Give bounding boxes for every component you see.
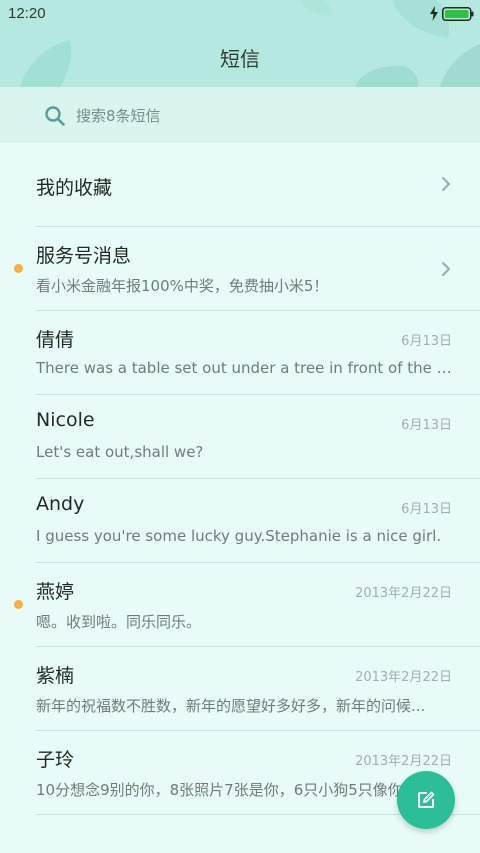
message-snippet: There was a table set out under a tree i…: [36, 359, 452, 377]
message-date: 2013年2月22日: [355, 586, 452, 601]
message-date: 2013年2月22日: [355, 754, 452, 769]
list-item[interactable]: 紫楠 2013年2月22日 新年的祝福数不胜数，新年的愿望好多好多，新年的问候.…: [0, 647, 480, 731]
favorites-label: 我的收藏: [36, 177, 113, 199]
message-snippet: 看小米金融年报100%中奖，免费抽小米5！: [36, 277, 329, 295]
message-snippet: Let's eat out,shall we?: [36, 443, 204, 461]
message-snippet: 新年的祝福数不胜数，新年的愿望好多好多，新年的问候...: [36, 697, 426, 715]
message-snippet: 10分想念9别的你，8张照片7张是你，6只小狗5只像你: [36, 781, 403, 799]
charging-bolt-icon: [430, 6, 438, 21]
compose-button[interactable]: [397, 771, 455, 829]
favorites-row[interactable]: 我的收藏: [0, 143, 480, 227]
conversation-name: 服务号消息: [36, 245, 132, 267]
message-date: 6月13日: [401, 418, 452, 433]
message-snippet: I guess you're some lucky guy.Stephanie …: [36, 527, 442, 545]
list-item[interactable]: 服务号消息 看小米金融年报100%中奖，免费抽小米5！: [0, 227, 480, 311]
conversation-name: 倩倩: [36, 329, 75, 351]
conversation-list: 我的收藏 服务号消息 看小米金融年报100%中奖，免费抽小米5！ 倩倩 6月13…: [0, 143, 480, 815]
search-input[interactable]: 搜索8条短信: [76, 105, 161, 126]
status-bar: 12:20: [0, 0, 480, 28]
battery-icon: [442, 7, 474, 21]
header: 12:20 短信: [0, 0, 480, 87]
list-item[interactable]: 燕婷 2013年2月22日 嗯。收到啦。同乐同乐。: [0, 563, 480, 647]
chevron-right-icon: [442, 262, 450, 276]
search-bar[interactable]: 搜索8条短信: [0, 87, 480, 143]
message-snippet: 嗯。收到啦。同乐同乐。: [36, 613, 202, 631]
status-time: 12:20: [8, 5, 46, 22]
conversation-name: Nicole: [36, 409, 95, 431]
conversation-name: 子玲: [36, 749, 75, 771]
list-item[interactable]: Andy 6月13日 I guess you're some lucky guy…: [0, 479, 480, 563]
conversation-name: 紫楠: [36, 665, 75, 687]
list-item[interactable]: 倩倩 6月13日 There was a table set out under…: [0, 311, 480, 395]
list-item[interactable]: Nicole 6月13日 Let's eat out,shall we?: [0, 395, 480, 479]
message-date: 2013年2月22日: [355, 670, 452, 685]
message-date: 6月13日: [401, 502, 452, 517]
conversation-name: Andy: [36, 493, 85, 515]
compose-icon: [418, 791, 435, 808]
unread-indicator: [14, 600, 23, 609]
page-title: 短信: [220, 47, 260, 71]
search-icon: [45, 106, 65, 126]
messages-screen: 12:20 短信 搜索8条短信 我的收藏 服务号消息 看小米金融年报100%中奖…: [0, 0, 480, 853]
message-date: 6月13日: [401, 334, 452, 349]
unread-indicator: [14, 264, 23, 273]
chevron-right-icon: [442, 177, 450, 191]
conversation-name: 燕婷: [36, 581, 75, 603]
